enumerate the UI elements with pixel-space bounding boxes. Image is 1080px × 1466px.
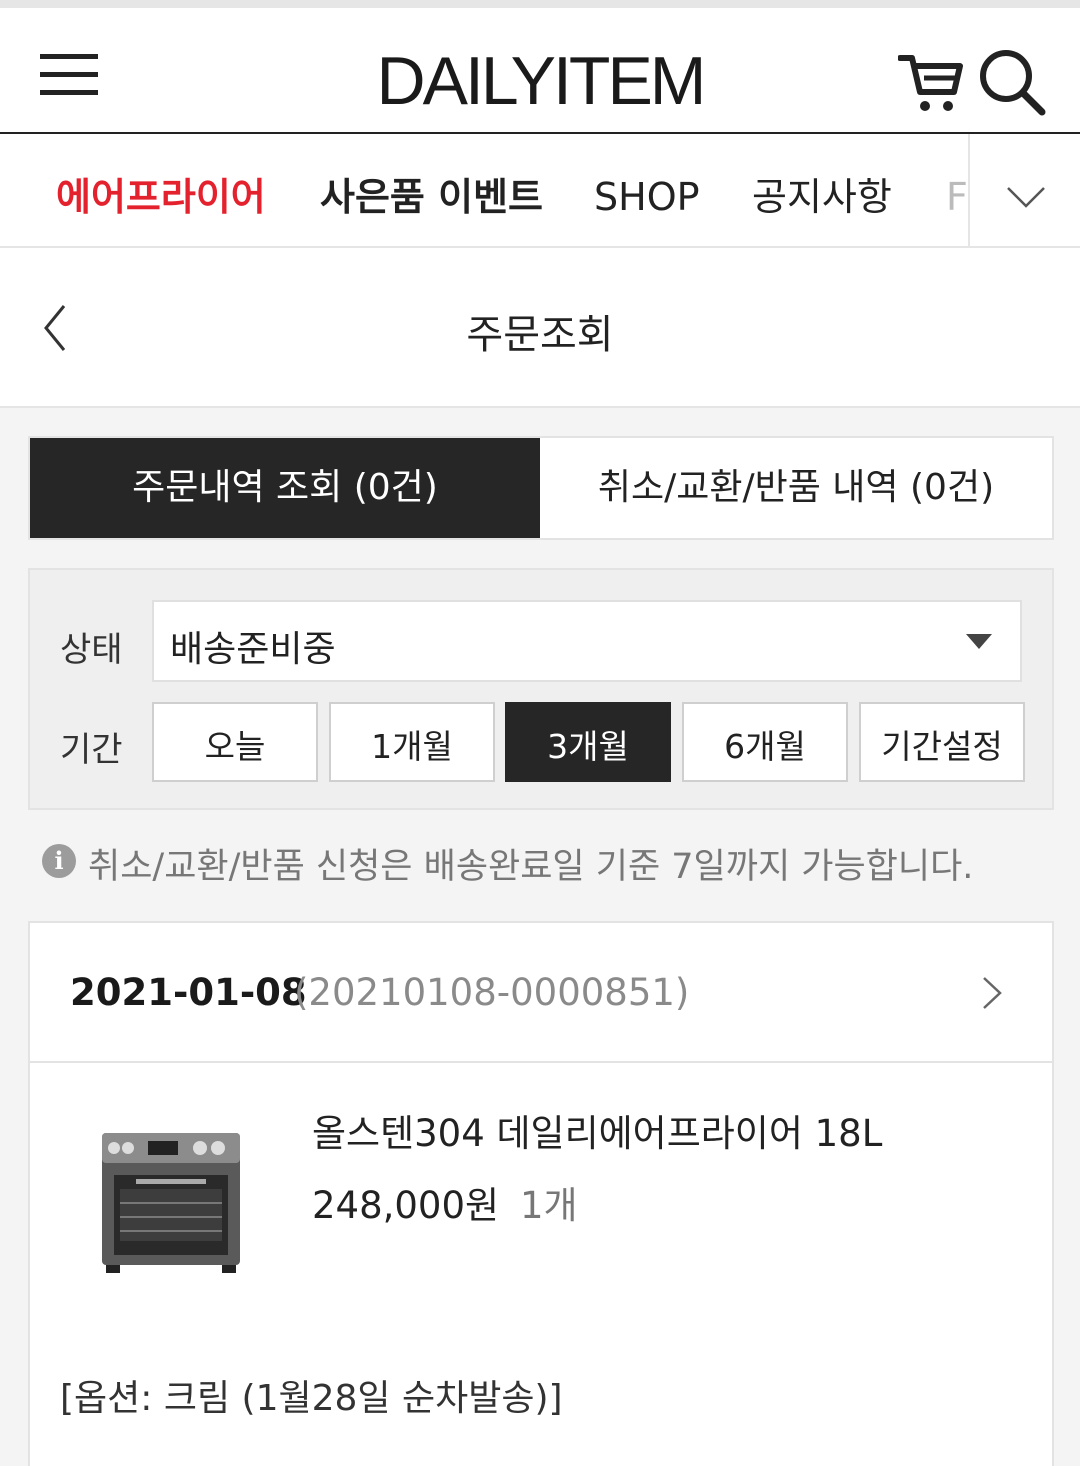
caret-down-icon	[966, 634, 992, 649]
return-policy-notice: i 취소/교환/반품 신청은 배송완료일 기준 7일까지 가능합니다.	[40, 836, 1070, 887]
period-6month-button[interactable]: 6개월	[682, 702, 848, 782]
product-quantity: 1개	[520, 1184, 578, 1227]
order-tabs: 주문내역 조회 (0건) 취소/교환/반품 내역 (0건)	[28, 436, 1054, 540]
order-date: 2021-01-08	[70, 971, 307, 1014]
product-thumbnail[interactable]	[96, 1123, 246, 1283]
order-header[interactable]: 2021-01-08 (20210108-0000851)	[30, 923, 1052, 1063]
nav-item-airfryer[interactable]: 에어프라이어	[56, 174, 266, 220]
nav-more-button[interactable]	[968, 134, 1080, 246]
status-label: 상태	[60, 630, 123, 670]
chevron-down-icon	[1007, 187, 1045, 208]
order-number: (20210108-0000851)	[294, 971, 690, 1014]
search-icon[interactable]	[978, 48, 1046, 116]
period-3month-button[interactable]: 3개월	[505, 702, 671, 782]
info-icon: i	[42, 844, 76, 878]
nav-item-truncated[interactable]: F	[946, 174, 968, 220]
filter-panel: 상태 배송준비중 기간 오늘 1개월 3개월 6개월 기간설정	[28, 568, 1054, 810]
cart-icon[interactable]	[897, 50, 964, 114]
tab-cancel-exchange-return[interactable]: 취소/교환/반품 내역 (0건)	[540, 438, 1052, 538]
page-header: 주문조회	[0, 248, 1080, 408]
page-title: 주문조회	[466, 312, 614, 358]
tab-order-history[interactable]: 주문내역 조회 (0건)	[30, 438, 540, 538]
period-today-button[interactable]: 오늘	[152, 702, 318, 782]
period-1month-button[interactable]: 1개월	[329, 702, 495, 782]
order-card: 2021-01-08 (20210108-0000851) 올스텐304 데일리…	[28, 921, 1054, 1466]
status-select-value: 배송준비중	[170, 629, 336, 670]
category-nav: 에어프라이어 사은품 이벤트 SHOP 공지사항 F	[0, 134, 1080, 248]
top-header: DAILYITEM	[0, 0, 1080, 134]
nav-item-notice[interactable]: 공지사항	[752, 174, 892, 220]
nav-item-gift-event[interactable]: 사은품 이벤트	[320, 174, 543, 220]
product-price: 248,000원	[312, 1184, 500, 1227]
nav-item-shop[interactable]: SHOP	[594, 174, 700, 220]
period-custom-button[interactable]: 기간설정	[859, 702, 1025, 782]
chevron-right-icon	[983, 977, 1002, 1009]
product-option: [옵션: 크림 (1월28일 순차발송)]	[60, 1378, 563, 1419]
status-select[interactable]: 배송준비중	[152, 600, 1022, 682]
period-label: 기간	[60, 730, 123, 770]
notice-text: 취소/교환/반품 신청은 배송완료일 기준 7일까지 가능합니다.	[88, 847, 974, 887]
product-name[interactable]: 올스텐304 데일리에어프라이어 18L	[312, 1103, 882, 1157]
